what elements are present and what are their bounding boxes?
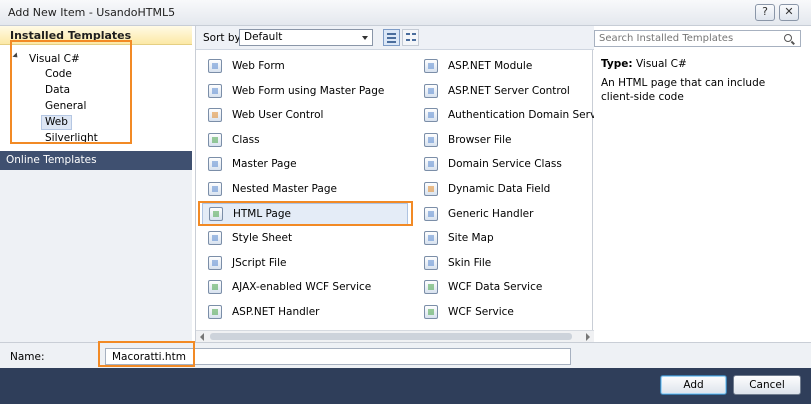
template-item-wcf-service[interactable]: WCF Service xyxy=(424,302,592,324)
search-input[interactable] xyxy=(594,30,801,47)
template-item-aspnet-module[interactable]: ASP.NET Module xyxy=(424,56,592,78)
template-item-style-sheet[interactable]: Style Sheet xyxy=(208,228,408,250)
template-item-generic-handler[interactable]: Generic Handler xyxy=(424,204,592,226)
wcf-service-icon xyxy=(424,305,438,319)
list-view-button[interactable] xyxy=(383,29,400,46)
left-pane-background xyxy=(0,170,192,342)
template-item-master-page[interactable]: Master Page xyxy=(208,154,408,176)
tree-node-web[interactable]: Web xyxy=(41,115,72,130)
template-item-domain-service-class[interactable]: Domain Service Class xyxy=(424,154,592,176)
tree-node-general[interactable]: General xyxy=(42,100,89,113)
chevron-down-icon xyxy=(362,36,368,40)
master-page-icon xyxy=(208,157,222,171)
name-row: Name: xyxy=(0,342,811,368)
grid-view-button[interactable] xyxy=(402,29,419,46)
sort-bar: Sort by: Default xyxy=(196,26,594,50)
cancel-button[interactable]: Cancel xyxy=(733,375,801,395)
template-item-class[interactable]: Class xyxy=(208,130,408,152)
sort-by-label: Sort by: xyxy=(203,32,244,44)
tree-node-silverlight[interactable]: Silverlight xyxy=(42,132,101,145)
name-label: Name: xyxy=(10,351,45,363)
template-item-ajax-wcf-service[interactable]: AJAX-enabled WCF Service xyxy=(208,277,408,299)
scrollbar-thumb[interactable] xyxy=(210,333,572,340)
template-item-auth-domain-service[interactable]: Authentication Domain Service xyxy=(424,105,594,127)
template-item-web-form-master[interactable]: Web Form using Master Page xyxy=(208,81,408,103)
type-label: Type: xyxy=(601,58,633,70)
search-icon[interactable] xyxy=(784,34,792,42)
online-templates-item[interactable]: Online Templates xyxy=(0,151,192,170)
template-list: Web Form Web Form using Master Page Web … xyxy=(196,50,594,330)
templates-pane: Sort by: Default Web Form Web Form using… xyxy=(195,26,594,342)
add-button[interactable]: Add xyxy=(660,375,727,395)
template-type: Type: Visual C# xyxy=(601,58,687,70)
type-value: Visual C# xyxy=(635,58,687,70)
browser-file-icon xyxy=(424,133,438,147)
template-item-site-map[interactable]: Site Map xyxy=(424,228,592,250)
class-icon xyxy=(208,133,222,147)
name-field[interactable] xyxy=(105,348,571,365)
style-sheet-icon xyxy=(208,231,222,245)
web-form-master-icon xyxy=(208,84,222,98)
sort-by-dropdown[interactable]: Default xyxy=(239,29,373,46)
skin-file-icon xyxy=(424,256,438,270)
user-control-icon xyxy=(208,108,222,122)
nested-master-page-icon xyxy=(208,182,222,196)
window-title: Add New Item - UsandoHTML5 xyxy=(8,6,176,19)
domain-service-icon xyxy=(424,157,438,171)
help-button[interactable]: ? xyxy=(755,4,775,21)
ajax-wcf-icon xyxy=(208,280,222,294)
template-description: An HTML page that can include client-sid… xyxy=(601,77,766,103)
dynamic-data-icon xyxy=(424,182,438,196)
template-item-dynamic-data-field[interactable]: Dynamic Data Field xyxy=(424,179,592,201)
tree-node-data[interactable]: Data xyxy=(42,84,73,97)
template-item-aspnet-handler[interactable]: ASP.NET Handler xyxy=(208,302,408,324)
expand-arrow-icon[interactable] xyxy=(12,52,20,60)
tree-node-code[interactable]: Code xyxy=(42,68,75,81)
template-item-wcf-data-service[interactable]: WCF Data Service xyxy=(424,277,592,299)
web-form-icon xyxy=(208,59,222,73)
generic-handler-icon xyxy=(424,207,438,221)
template-item-web-form[interactable]: Web Form xyxy=(208,56,408,78)
template-item-browser-file[interactable]: Browser File xyxy=(424,130,592,152)
details-pane: Type: Visual C# An HTML page that can in… xyxy=(594,26,811,342)
template-item-html-page[interactable]: HTML Page xyxy=(202,203,408,225)
horizontal-scrollbar[interactable] xyxy=(196,330,594,342)
scroll-right-icon[interactable] xyxy=(586,333,590,341)
template-item-aspnet-server-control[interactable]: ASP.NET Server Control xyxy=(424,81,592,103)
jscript-file-icon xyxy=(208,256,222,270)
close-button[interactable]: ✕ xyxy=(779,4,799,21)
server-control-icon xyxy=(424,84,438,98)
site-map-icon xyxy=(424,231,438,245)
dialog-footer: Add Cancel xyxy=(0,368,811,404)
installed-templates-header[interactable]: Installed Templates xyxy=(0,26,192,45)
aspnet-module-icon xyxy=(424,59,438,73)
aspnet-handler-icon xyxy=(208,305,222,319)
sort-by-value: Default xyxy=(244,31,283,43)
template-item-jscript-file[interactable]: JScript File xyxy=(208,253,408,275)
html-page-icon xyxy=(209,207,223,221)
scroll-left-icon[interactable] xyxy=(200,333,204,341)
template-item-web-user-control[interactable]: Web User Control xyxy=(208,105,408,127)
title-bar: Add New Item - UsandoHTML5 ? ✕ xyxy=(0,0,811,26)
auth-domain-service-icon xyxy=(424,108,438,122)
wcf-data-service-icon xyxy=(424,280,438,294)
template-item-skin-file[interactable]: Skin File xyxy=(424,253,592,275)
template-item-nested-master-page[interactable]: Nested Master Page xyxy=(208,179,408,201)
tree-node-visual-csharp[interactable]: Visual C# xyxy=(26,53,83,66)
template-tree-pane: Installed Templates Visual C# Code Data … xyxy=(0,26,192,342)
